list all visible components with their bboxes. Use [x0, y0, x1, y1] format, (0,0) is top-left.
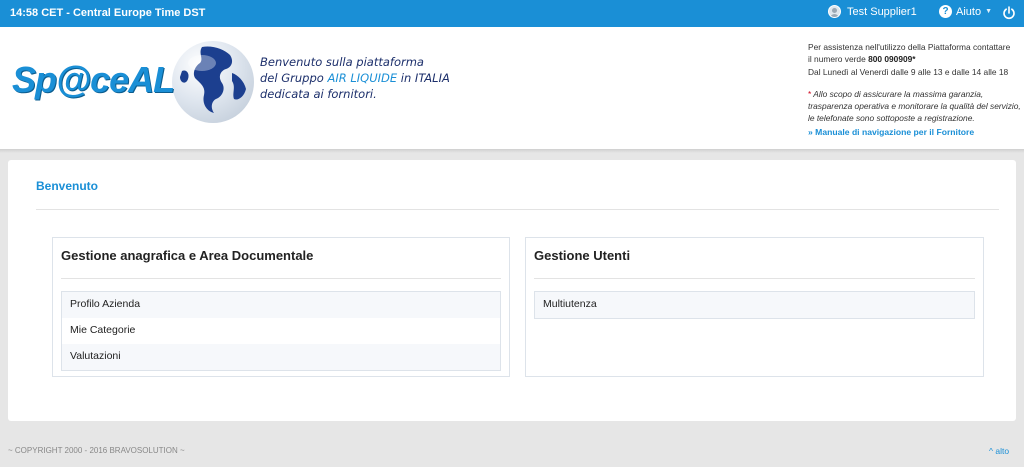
top-bar: 14:58 CET - Central Europe Time DST Test…	[0, 0, 1024, 27]
page-header: Sp@ceAL Benvenuto sulla piattaforma del …	[0, 27, 1024, 149]
registry-documents-panel: Gestione anagrafica e Area Documentale P…	[52, 237, 510, 377]
menu-item-evaluations[interactable]: Valutazioni	[62, 344, 500, 370]
header-shadow	[0, 149, 1024, 153]
menu-item-multi-user[interactable]: Multiutenza	[535, 292, 974, 318]
globe-icon	[172, 41, 254, 123]
menu-list: Profilo Azienda Mie Categorie Valutazion…	[61, 291, 501, 371]
power-icon[interactable]	[1002, 6, 1016, 20]
panel-title: Gestione Utenti	[534, 248, 631, 263]
user-name: Test Supplier1	[847, 5, 917, 18]
recording-note: * Allo scopo di assicurare la massima ga…	[808, 88, 1021, 124]
welcome-tagline: Benvenuto sulla piattaforma del Gruppo A…	[260, 55, 450, 101]
panel-title: Gestione anagrafica e Area Documentale	[61, 248, 314, 263]
back-to-top-link[interactable]: ^ alto	[989, 446, 1009, 456]
user-menu[interactable]: Test Supplier1	[828, 5, 917, 18]
menu-item-my-categories[interactable]: Mie Categorie	[62, 318, 500, 344]
divider	[36, 209, 999, 210]
copyright-text: ~ COPYRIGHT 2000 - 2016 BRAVOSOLUTION ~	[8, 446, 185, 455]
user-avatar-icon	[828, 5, 841, 18]
logo-text: Sp@ceAL	[12, 59, 175, 100]
assistance-info: Per assistenza nell'utilizzo della Piatt…	[808, 42, 1021, 138]
chevron-down-icon: ▼	[985, 8, 993, 15]
menu-item-company-profile[interactable]: Profilo Azienda	[62, 292, 500, 318]
divider	[61, 278, 501, 279]
help-icon: ?	[939, 5, 952, 18]
spaceal-logo[interactable]: Sp@ceAL	[12, 41, 254, 123]
phone-number: 800 090909*	[868, 54, 916, 65]
help-menu[interactable]: ? Aiuto ▼	[939, 5, 992, 18]
help-label: Aiuto	[956, 5, 982, 18]
menu-list: Multiutenza	[534, 291, 975, 319]
main-card: Benvenuto Gestione anagrafica e Area Doc…	[8, 160, 1016, 421]
page-title: Benvenuto	[36, 179, 99, 193]
divider	[534, 278, 975, 279]
supplier-manual-link[interactable]: » Manuale di navigazione per il Fornitor…	[808, 126, 1021, 138]
user-management-panel: Gestione Utenti Multiutenza	[525, 237, 984, 377]
clock-text: 14:58 CET - Central Europe Time DST	[10, 7, 206, 19]
